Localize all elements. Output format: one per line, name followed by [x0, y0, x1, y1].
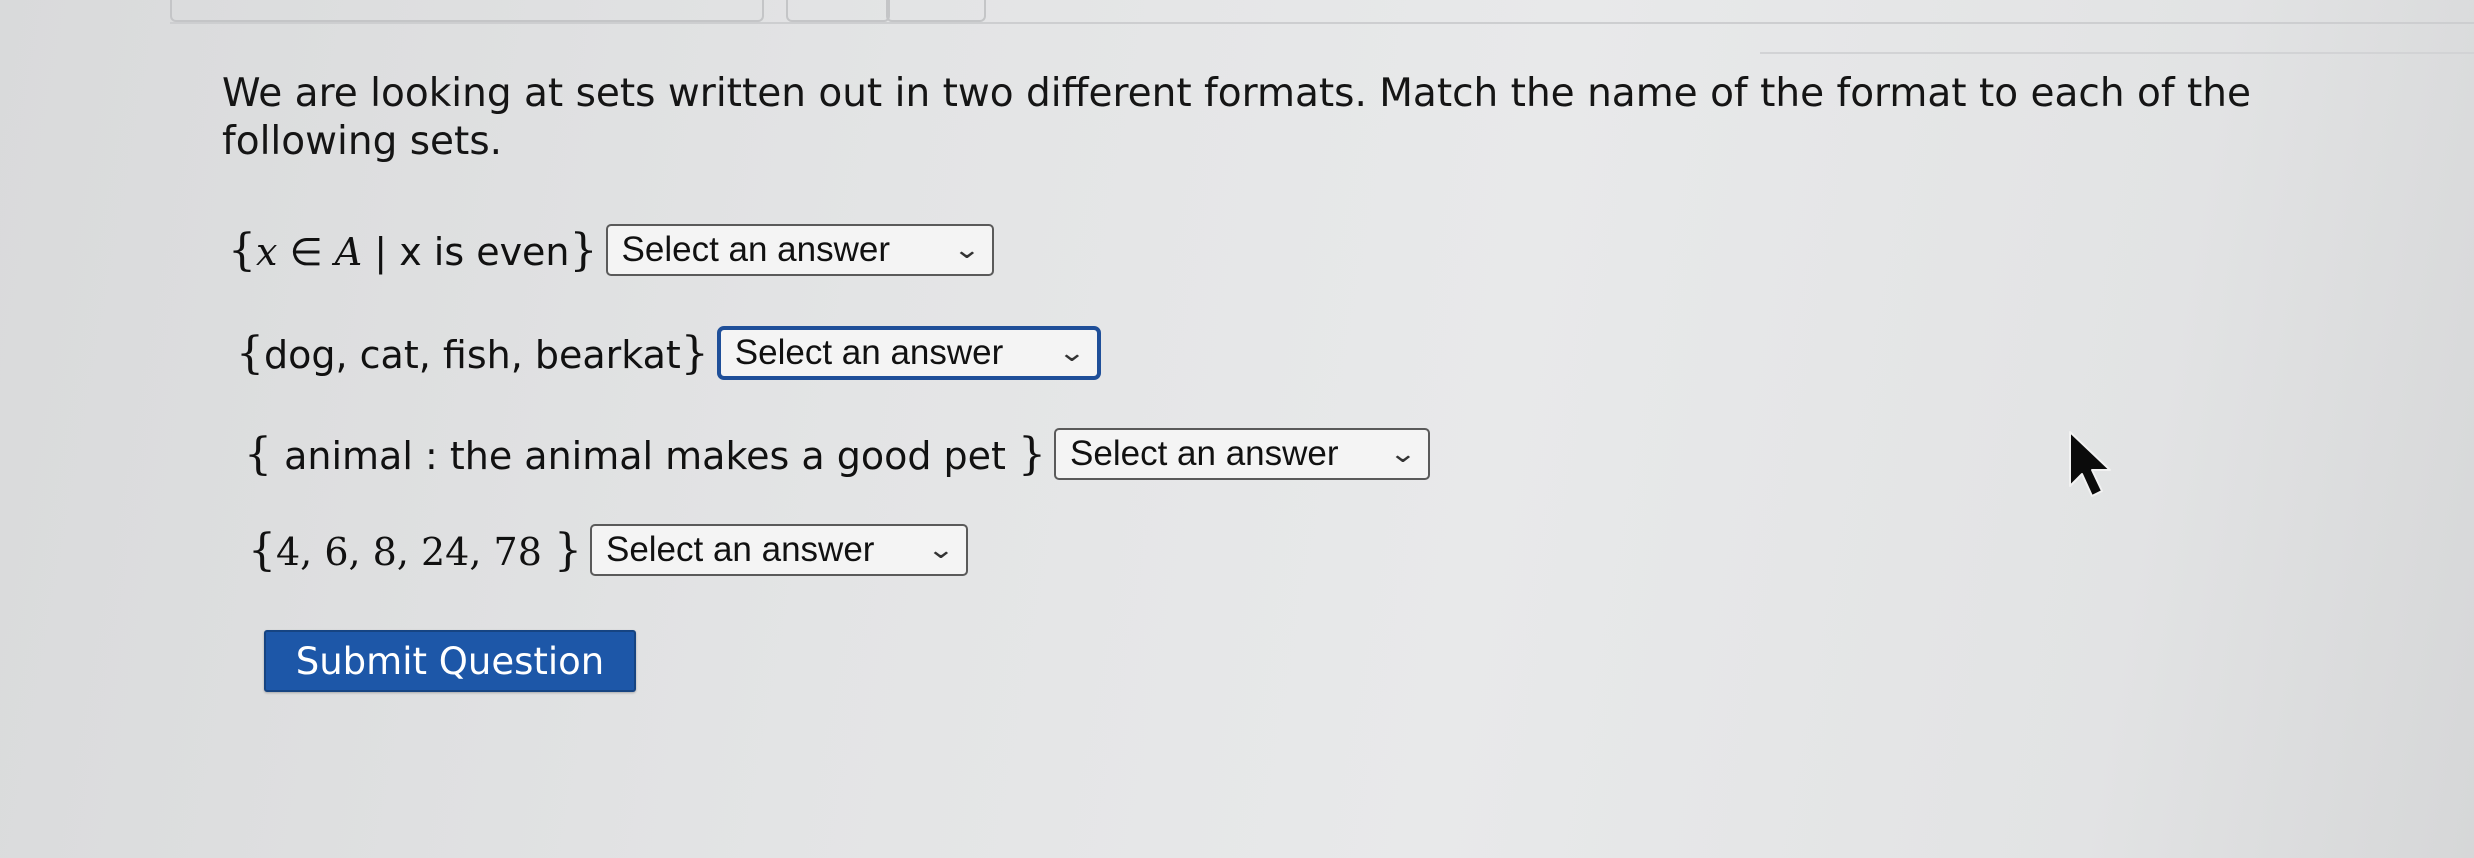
select-value: Select an answer [605, 530, 875, 569]
top-divider [1760, 52, 2474, 54]
set-expression-2: {dog, cat, fish, bearkat} [236, 327, 709, 379]
set-expression-1: {x ∈ A | x is even} [228, 224, 598, 276]
set-expression-3: { animal : the animal makes a good pet } [244, 428, 1047, 480]
answer-select-2[interactable]: Select an answer ⌄ [716, 326, 1101, 380]
set-row-3: { animal : the animal makes a good pet }… [244, 428, 1431, 480]
chevron-down-icon: ⌄ [952, 235, 981, 265]
select-value: Select an answer [621, 230, 891, 269]
top-tab-outline [170, 0, 764, 22]
answer-select-4[interactable]: Select an answer ⌄ [589, 524, 968, 576]
question-text: We are looking at sets written out in tw… [222, 71, 2251, 164]
chevron-down-icon: ⌄ [1057, 338, 1087, 368]
select-value: Select an answer [1070, 434, 1339, 473]
top-divider [170, 22, 2474, 24]
set-row-4: {4, 6, 8, 24, 78 } Select an answer ⌄ [248, 524, 968, 576]
set-row-1: {x ∈ A | x is even} Select an answer ⌄ [228, 224, 994, 276]
submit-question-button[interactable]: Submit Question [264, 630, 636, 692]
answer-select-1[interactable]: Select an answer ⌄ [605, 224, 994, 276]
answer-select-3[interactable]: Select an answer ⌄ [1054, 428, 1431, 480]
set-expression-4: {4, 6, 8, 24, 78 } [248, 524, 582, 576]
chevron-down-icon: ⌄ [926, 535, 956, 565]
top-tab-outline [886, 0, 986, 22]
select-value: Select an answer [734, 333, 1004, 372]
chevron-down-icon: ⌄ [1388, 439, 1418, 469]
set-row-2: {dog, cat, fish, bearkat} Select an answ… [236, 326, 1101, 380]
mouse-pointer-icon [2069, 431, 2111, 497]
top-tab-outline [786, 0, 890, 22]
